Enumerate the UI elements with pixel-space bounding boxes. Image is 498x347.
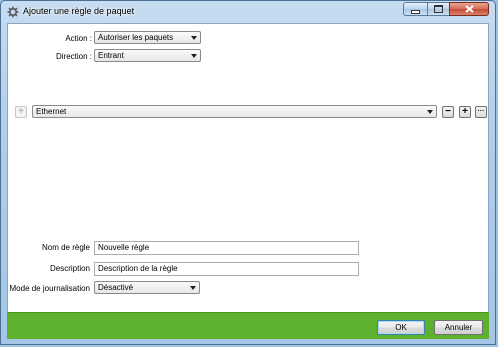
chevron-down-icon [190, 286, 196, 290]
direction-label: Direction : [55, 52, 92, 61]
dialog-content: Action : Autoriser les paquets Direction… [7, 23, 489, 313]
chevron-down-icon [191, 54, 197, 58]
rule-name-value: Nouvelle règle [98, 243, 150, 252]
maximize-icon [434, 5, 443, 13]
direction-select[interactable]: Entrant [94, 49, 201, 62]
close-button[interactable] [449, 2, 489, 16]
logging-mode-select-value: Désactivé [98, 283, 134, 292]
description-label: Description [49, 264, 90, 273]
plus-icon: + [18, 106, 24, 117]
add-condition-disabled-button[interactable]: + [15, 106, 27, 118]
close-icon [464, 5, 474, 13]
protocol-select-value: Ethernet [36, 107, 67, 116]
ellipsis-icon: ··· [477, 108, 485, 115]
cancel-button[interactable]: Annuler [434, 320, 483, 335]
action-label: Action : [65, 34, 92, 43]
direction-select-value: Entrant [98, 51, 124, 60]
description-value: Description de la règle [98, 264, 178, 273]
action-select-value: Autoriser les paquets [98, 33, 174, 42]
rule-name-field[interactable]: Nouvelle règle [94, 241, 359, 255]
add-condition-button[interactable]: + [459, 106, 471, 118]
minimize-icon [411, 9, 420, 14]
plus-icon: + [462, 106, 468, 117]
protocol-select[interactable]: Ethernet [32, 105, 437, 118]
remove-condition-button[interactable]: − [442, 106, 454, 118]
action-select[interactable]: Autoriser les paquets [94, 31, 201, 44]
chevron-down-icon [427, 110, 433, 114]
app-gear-icon [7, 6, 19, 18]
ok-button[interactable]: OK [377, 320, 425, 335]
rule-name-label: Nom de règle [41, 243, 90, 252]
maximize-button[interactable] [427, 2, 449, 16]
minimize-button[interactable] [403, 2, 427, 16]
chevron-down-icon [191, 36, 197, 40]
minus-icon: − [445, 106, 451, 117]
logging-mode-select[interactable]: Désactivé [94, 281, 200, 294]
caption-buttons [403, 2, 489, 17]
logging-mode-label: Mode de journalisation [9, 284, 91, 293]
dialog-window: Ajouter une règle de paquet Action : Aut… [0, 0, 496, 345]
description-field[interactable]: Description de la règle [94, 262, 359, 276]
button-bar: OK Annuler [7, 312, 489, 339]
window-title: Ajouter une règle de paquet [23, 6, 135, 16]
title-bar[interactable]: Ajouter une règle de paquet [1, 1, 495, 23]
more-options-button[interactable]: ··· [475, 106, 487, 118]
